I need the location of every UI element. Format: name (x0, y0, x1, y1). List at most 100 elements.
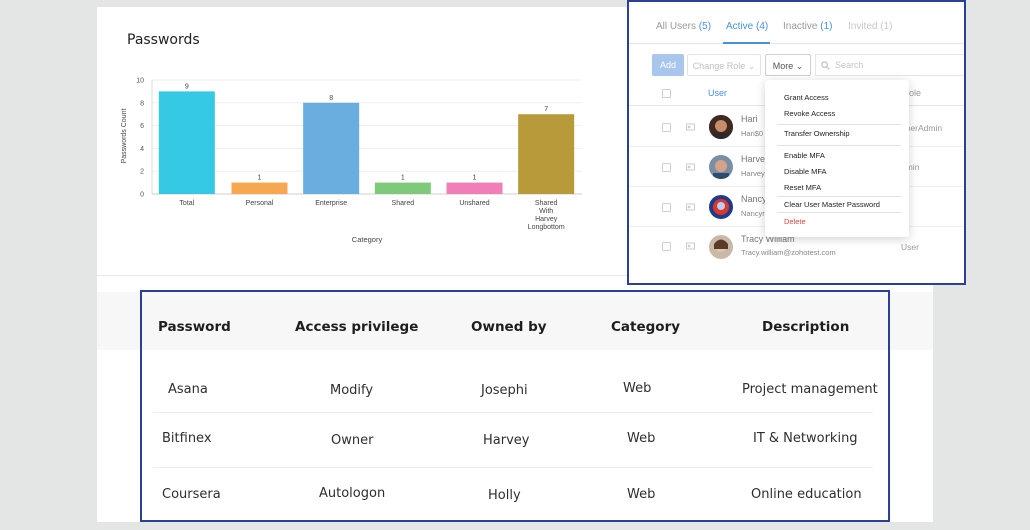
x-tick-label: Harvey (535, 216, 558, 223)
user-name: Hari (741, 114, 758, 124)
header-password: Password (158, 319, 231, 335)
active-tab-indicator (723, 42, 770, 44)
bar-total[interactable] (158, 91, 215, 194)
menu-item-grant-access[interactable]: Grant Access (784, 93, 829, 102)
user-type-icon (686, 163, 695, 171)
menu-item-transfer-ownership[interactable]: Transfer Ownership (784, 129, 850, 138)
menu-item-enable-mfa[interactable]: Enable MFA (784, 151, 825, 160)
y-tick-label: 2 (140, 169, 144, 176)
select-all-checkbox[interactable] (662, 89, 671, 98)
user-name: Nancy (741, 194, 767, 204)
user-email: Hari$0 (741, 129, 764, 138)
y-tick-label: 0 (140, 192, 144, 199)
user-email: Nancyr (741, 209, 765, 218)
user-email: Tracy.william@zohotest.com (741, 248, 836, 257)
cell-owner: Harvey (483, 433, 530, 448)
tab-active[interactable]: Active (4) (726, 21, 768, 32)
avatar (709, 155, 733, 179)
add-user-button[interactable]: Add (652, 54, 684, 76)
cell-password: Coursera (162, 487, 221, 502)
search-icon (821, 61, 830, 70)
search-placeholder: Search (835, 60, 864, 70)
avatar (709, 235, 733, 259)
menu-item-revoke-access[interactable]: Revoke Access (784, 109, 835, 118)
tab-count: (1) (880, 21, 893, 32)
bar-value-label: 7 (544, 106, 548, 113)
tab-count: (1) (820, 21, 833, 32)
cell-access: Autologon (319, 486, 386, 501)
bar-value-label: 1 (473, 175, 477, 182)
search-input[interactable]: Search (815, 54, 964, 76)
bar-enterprise[interactable] (303, 102, 360, 194)
more-dropdown-menu: Grant Access Revoke Access Transfer Owne… (765, 80, 909, 237)
header-owned-by: Owned by (471, 319, 547, 335)
column-role: ole (909, 88, 922, 98)
x-tick-label: Shared (392, 200, 415, 207)
row-divider (153, 412, 873, 413)
menu-separator (777, 196, 901, 197)
passwords-bar-chart: 0 2 4 6 8 10 9 1 8 1 1 7 Total Personal Enterprise Sh… (121, 78, 582, 244)
cell-owner: Holly (488, 488, 521, 503)
menu-item-clear-master-password[interactable]: Clear User Master Password (784, 200, 880, 209)
cell-category: Web (627, 487, 656, 502)
cell-password: Bitfinex (162, 431, 212, 446)
user-name: Harve (741, 154, 766, 164)
header-description: Description (762, 319, 850, 335)
row-checkbox[interactable] (662, 163, 671, 172)
user-type-icon (686, 123, 695, 131)
cell-description: Online education (751, 487, 862, 502)
menu-item-disable-mfa[interactable]: Disable MFA (784, 167, 827, 176)
x-tick-label: Personal (246, 200, 274, 207)
row-checkbox[interactable] (662, 203, 671, 212)
more-label: More (772, 61, 794, 71)
x-tick-label: Shared (535, 200, 558, 207)
user-type-icon (686, 203, 695, 211)
bar-value-label: 1 (258, 175, 262, 182)
y-tick-label: 8 (140, 100, 144, 107)
tab-count: (4) (756, 21, 769, 32)
chart-title: Passwords (127, 32, 200, 48)
change-role-button[interactable]: Change Role ⌄ (687, 54, 761, 76)
menu-separator (777, 212, 901, 213)
bar-value-label: 1 (401, 175, 405, 182)
tab-label: Invited (848, 21, 878, 32)
menu-item-reset-mfa[interactable]: Reset MFA (784, 183, 821, 192)
chevron-down-icon: ⌄ (795, 61, 804, 71)
menu-item-delete[interactable]: Delete (784, 217, 806, 226)
x-axis-label: Category (352, 235, 383, 244)
cell-category: Web (623, 381, 652, 396)
header-access-privilege: Access privilege (295, 319, 419, 335)
bar-personal[interactable] (231, 182, 288, 194)
tab-inactive[interactable]: Inactive (1) (783, 21, 832, 32)
avatar (709, 115, 733, 139)
x-tick-label: Longbottom (528, 224, 565, 231)
tab-label: Inactive (783, 21, 818, 32)
bar-unshared[interactable] (446, 182, 503, 194)
user-email: Harvey (741, 169, 765, 178)
row-checkbox[interactable] (662, 123, 671, 132)
tab-count: (5) (698, 21, 712, 32)
header-category: Category (611, 319, 681, 335)
menu-separator (777, 124, 901, 125)
more-button[interactable]: More ⌄ (765, 54, 811, 76)
cell-access: Owner (331, 433, 374, 448)
bar-value-label: 8 (329, 95, 333, 102)
menu-separator (777, 145, 901, 146)
cell-password: Asana (168, 382, 208, 397)
row-checkbox[interactable] (662, 242, 671, 251)
avatar (709, 195, 733, 219)
cell-access: Modify (330, 383, 374, 398)
x-tick-label: Unshared (459, 200, 489, 207)
bar-shared[interactable] (374, 182, 431, 194)
user-type-icon (686, 242, 695, 250)
tab-label: All Users (656, 21, 697, 32)
bar-shared-with-harvey-longbottom[interactable] (518, 114, 575, 194)
y-tick-label: 4 (140, 146, 144, 153)
tab-all-users[interactable]: All Users (5) (656, 21, 711, 32)
y-axis-label: Passwords Count (121, 109, 128, 164)
tab-invited[interactable]: Invited (1) (848, 21, 892, 32)
user-tabs: All Users (5) Active (4) Inactive (1) In… (629, 2, 964, 44)
y-tick-label: 10 (136, 78, 144, 85)
chevron-down-icon: ⌄ (747, 61, 756, 71)
tab-label: Active (726, 21, 754, 32)
